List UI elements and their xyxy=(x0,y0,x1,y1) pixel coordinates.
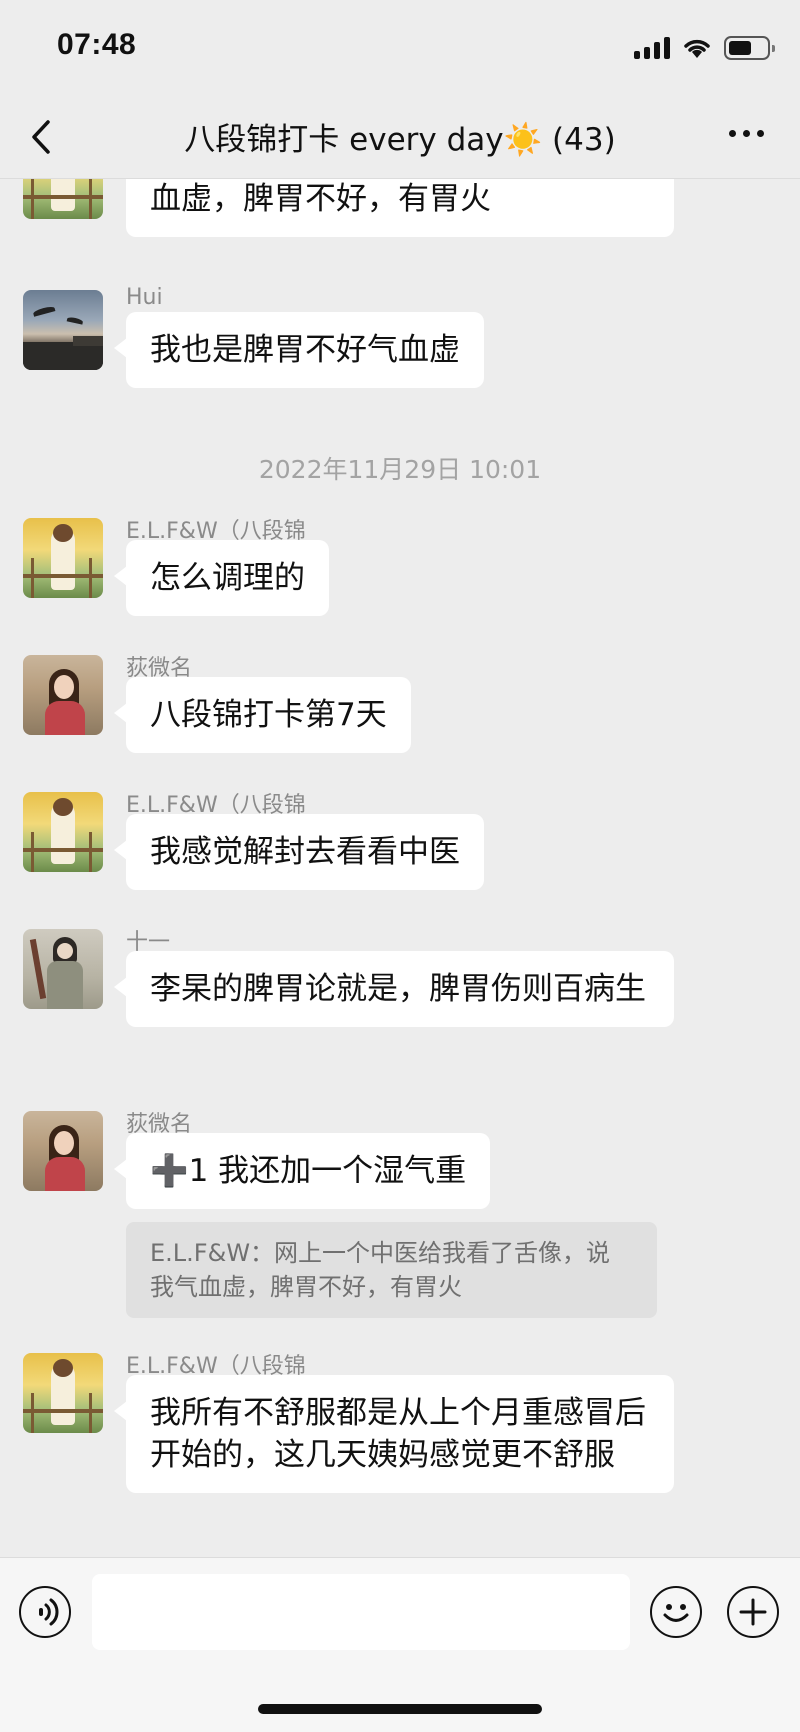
sender-name: Hui xyxy=(126,285,163,310)
chat-title: 八段锦打卡 every day☀️ (43) xyxy=(184,122,616,158)
more-options-icon[interactable] xyxy=(729,130,764,137)
more-actions-button[interactable] xyxy=(727,1586,779,1638)
message-bubble[interactable]: 我感觉解封去看看中医 xyxy=(114,814,484,890)
message-bubble[interactable]: 我所有不舒服都是从上个月重感冒后开始的，这几天姨妈感觉更不舒服 xyxy=(114,1375,674,1493)
quoted-message[interactable]: E.L.F&W：网上一个中医给我看了舌像，说我气血虚，脾胃不好，有胃火 xyxy=(126,1222,657,1318)
shiyi-avatar[interactable] xyxy=(23,929,103,1009)
voice-input-button[interactable] xyxy=(19,1586,71,1638)
chat-header: 八段锦打卡 every day☀️ (43) xyxy=(0,96,800,179)
emoji-button[interactable] xyxy=(650,1586,702,1638)
elf-avatar[interactable] xyxy=(23,179,103,219)
battery-icon xyxy=(724,36,775,60)
elf-avatar[interactable] xyxy=(23,1353,103,1433)
status-time: 07:48 xyxy=(57,28,137,61)
chat-message-list[interactable]: 网上一个中医给我看了舌像，说我气血虚，脾胃不好，有胃火 Hui 我也是脾胃不好气… xyxy=(0,179,800,1556)
message-bubble[interactable]: 李杲的脾胃论就是，脾胃伤则百病生 xyxy=(114,951,674,1027)
message-timestamp: 2022年11月29日 10:01 xyxy=(258,455,542,484)
home-indicator xyxy=(258,1704,542,1714)
message-bubble[interactable]: 我也是脾胃不好气血虚 xyxy=(114,312,484,388)
message-text-input[interactable] xyxy=(92,1574,630,1650)
plus-icon xyxy=(739,1598,767,1626)
status-bar: 07:48 xyxy=(0,0,800,96)
cellular-signal-icon xyxy=(634,37,670,59)
message-bubble[interactable]: ➕1 我还加一个湿气重 xyxy=(113,1133,491,1209)
message-bubble[interactable]: 八段锦打卡第7天 xyxy=(114,677,411,753)
di-avatar[interactable] xyxy=(23,655,103,735)
message-bubble[interactable]: 怎么调理的 xyxy=(114,540,329,616)
voice-icon xyxy=(39,1598,59,1626)
status-icons xyxy=(634,34,775,62)
di-avatar[interactable] xyxy=(23,1111,103,1191)
elf-avatar[interactable] xyxy=(23,518,103,598)
wifi-icon xyxy=(684,39,710,58)
message-bubble[interactable]: 网上一个中医给我看了舌像，说我气血虚，脾胃不好，有胃火 xyxy=(126,179,674,237)
elf-avatar[interactable] xyxy=(23,792,103,872)
smiley-icon xyxy=(663,1604,689,1622)
bird-avatar[interactable] xyxy=(23,290,103,370)
